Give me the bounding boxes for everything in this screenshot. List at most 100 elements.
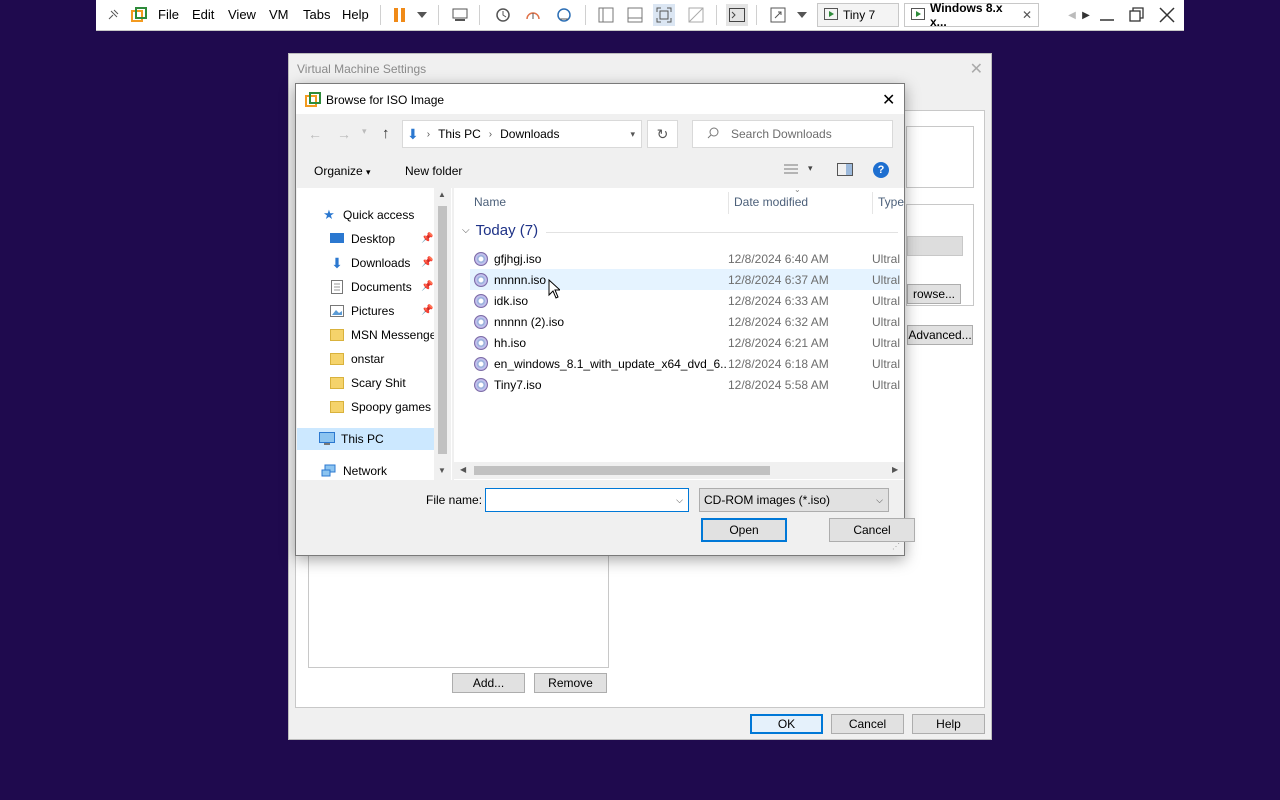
menu-view[interactable]: View [228,4,256,26]
file-name: gfjhgj.iso [494,251,542,266]
tab-tiny7[interactable]: Tiny 7 [817,3,899,27]
library-view-icon[interactable] [595,4,617,26]
organize-label: Organize [314,164,363,178]
up-arrow-icon[interactable]: ↑ [382,125,390,142]
add-button[interactable]: Add... [452,673,525,693]
file-row[interactable]: hh.iso 12/8/2024 6:21 AM Ultral [470,332,900,353]
group-header-today[interactable]: ⌵ Today (7) [462,222,538,239]
close-icon[interactable]: ✕ [882,90,895,110]
view-options-icon[interactable] [783,163,799,180]
chevron-down-icon[interactable]: ⌵ [676,495,683,506]
pause-icon[interactable] [389,4,411,26]
scroll-right-icon[interactable]: ▶ [1075,4,1097,26]
back-arrow-icon[interactable]: ← [308,126,322,142]
chevron-right-icon: › [488,128,493,140]
cancel-button[interactable]: Cancel [829,518,915,542]
snapshot-icon[interactable] [492,4,514,26]
nav-label: Documents [351,280,412,294]
new-folder-button[interactable]: New folder [405,164,462,178]
resize-grip-icon[interactable]: ⋰ [892,542,900,551]
scroll-right-icon[interactable]: ▶ [892,465,898,474]
restore-icon[interactable] [1125,4,1147,26]
file-name: nnnnn (2).iso [494,314,565,329]
breadcrumb-this-pc[interactable]: This PC [438,127,481,141]
console-icon[interactable] [726,4,748,26]
column-name[interactable]: Name [474,188,506,216]
nav-this-pc[interactable]: This PC [297,428,434,450]
chevron-down-icon[interactable]: ▾ [808,163,813,174]
close-icon[interactable]: ✕ [1022,8,1032,22]
menu-edit[interactable]: Edit [192,4,214,26]
snapshot-manager-icon[interactable] [553,4,575,26]
scroll-left-icon[interactable]: ◀ [460,465,466,474]
column-type[interactable]: Type [878,188,904,216]
unity-icon[interactable] [685,4,707,26]
thumbnail-view-icon[interactable] [624,4,646,26]
scroll-down-icon[interactable]: ▼ [438,466,446,475]
chevron-down-icon[interactable]: ▾ [630,129,635,140]
file-type-select[interactable]: CD-ROM images (*.iso) ⌵ [699,488,889,512]
scroll-thumb[interactable] [474,466,770,475]
refresh-icon[interactable]: ↻ [647,120,678,148]
open-button[interactable]: Open [701,518,787,542]
network-icon [321,463,337,479]
vmware-logo-icon [305,92,321,111]
vm-icon [824,7,838,23]
cancel-button[interactable]: Cancel [831,714,904,734]
chevron-down-icon[interactable] [411,4,433,26]
close-icon[interactable]: ✕ [970,59,983,79]
organize-menu[interactable]: Organize ▾ [314,164,371,178]
folder-icon [329,375,345,391]
toolbar-divider [479,5,480,25]
scroll-thumb[interactable] [438,206,447,454]
file-row[interactable]: nnnnn (2).iso 12/8/2024 6:32 AM Ultral [470,311,900,332]
nav-label: Spoopy games [351,400,432,414]
file-name: en_windows_8.1_with_update_x64_dvd_6... [494,356,728,371]
disc-image-icon [474,356,488,371]
column-divider [728,192,729,214]
browse-button[interactable]: rowse... [907,284,961,304]
column-divider [872,192,873,214]
nav-label: onstar [351,352,385,366]
tab-windows8[interactable]: Windows 8.x x... ✕ [904,1,1039,29]
pin-icon[interactable] [102,4,124,26]
help-button[interactable]: Help [912,714,985,734]
pin-icon: 📌 [421,281,434,292]
breadcrumb-downloads[interactable]: Downloads [500,127,559,141]
revert-snapshot-icon[interactable] [522,4,544,26]
file-row[interactable]: gfjhgj.iso 12/8/2024 6:40 AM Ultral [470,248,900,269]
file-date: 12/8/2024 6:37 AM [727,272,829,287]
search-box[interactable]: Search Downloads [692,120,893,148]
chevron-down-icon[interactable] [791,4,813,26]
file-row[interactable]: idk.iso 12/8/2024 6:33 AM Ultral [470,290,900,311]
fullscreen-icon[interactable] [653,4,675,26]
file-name-input[interactable]: ⌵ [485,488,689,512]
send-keys-icon[interactable] [449,4,471,26]
horizontal-scrollbar[interactable]: ◀ ▶ [454,462,904,479]
file-row[interactable]: Tiny7.iso 12/8/2024 5:58 AM Ultral [470,374,900,395]
scroll-up-icon[interactable]: ▲ [438,190,446,199]
menu-help[interactable]: Help [342,4,369,26]
remove-button[interactable]: Remove [534,673,607,693]
advanced-button[interactable]: Advanced... [907,325,973,345]
file-date: 12/8/2024 6:40 AM [727,251,829,266]
close-icon[interactable] [1156,4,1178,26]
nav-scrollbar[interactable]: ▲ ▼ [434,188,451,480]
file-row[interactable]: en_windows_8.1_with_update_x64_dvd_6... 1… [470,353,900,374]
preview-pane-icon[interactable] [837,163,853,180]
file-list: Name Date modified ⌄ Type ⌵ Today (7) gf… [454,188,904,480]
file-row[interactable]: nnnnn.iso 12/8/2024 6:37 AM Ultral [470,269,900,290]
minimize-icon[interactable] [1096,4,1118,26]
forward-arrow-icon[interactable]: → [337,126,351,142]
menu-tabs[interactable]: Tabs [303,4,330,26]
address-bar[interactable]: ⬇ › This PC › Downloads ▾ [402,120,642,148]
disc-image-icon [474,272,488,287]
chevron-down-icon[interactable]: ▾ [362,126,367,137]
menu-file[interactable]: File [158,4,179,26]
stretch-icon[interactable] [767,4,789,26]
help-icon[interactable]: ? [873,162,889,178]
device-list[interactable] [308,554,609,668]
image-path-dropdown[interactable] [907,236,963,256]
menu-vm[interactable]: VM [269,4,289,26]
ok-button[interactable]: OK [750,714,823,734]
